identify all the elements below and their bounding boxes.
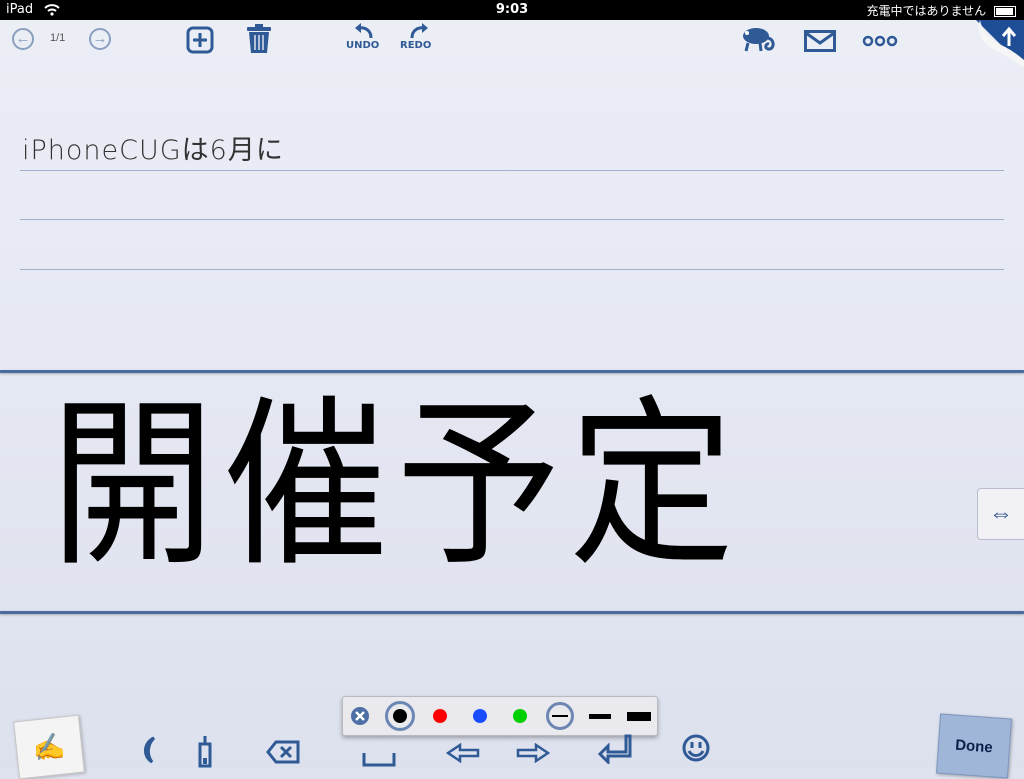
add-page-button[interactable] (186, 26, 214, 54)
eraser-stroke-button[interactable] (543, 697, 577, 735)
backspace-icon[interactable] (266, 740, 300, 771)
forward-arrow-icon[interactable]: → (89, 28, 111, 50)
color-blue-button[interactable] (469, 697, 491, 735)
thin-stroke-button[interactable] (587, 697, 613, 735)
battery-status: 充電中ではありません (867, 2, 1016, 19)
notepad-button[interactable]: ✍ (13, 714, 85, 779)
writing-area-bottom-border (0, 611, 1024, 614)
status-bar: iPad 9:03 充電中ではありません (0, 0, 1024, 20)
trash-icon (247, 24, 271, 53)
back-arrow-icon[interactable]: ← (12, 28, 34, 50)
mail-icon[interactable] (804, 30, 836, 52)
add-icon (186, 26, 214, 54)
rule-line (20, 219, 1004, 220)
double-arrow-icon: ⇔ (989, 500, 1013, 527)
pen-palette (342, 696, 658, 736)
handwriting-input[interactable]: 開催予定 (50, 394, 742, 577)
upload-icon[interactable] (976, 20, 1024, 68)
page-count: 1/1 (50, 32, 66, 44)
pen-icon[interactable] (196, 734, 214, 775)
battery-icon (994, 6, 1016, 17)
return-icon[interactable] (597, 734, 632, 771)
right-arrow-icon[interactable] (516, 742, 551, 770)
writing-area-top-border (0, 370, 1024, 373)
color-swatch-blue (473, 709, 487, 723)
swap-direction-button[interactable]: ⇔ (977, 488, 1024, 540)
left-arrow-icon[interactable] (445, 742, 480, 770)
color-swatch-green (513, 709, 527, 723)
color-black-button[interactable] (383, 697, 417, 735)
typed-note-line: iPhoneCUGは6月に (22, 135, 284, 166)
rule-line (20, 170, 1004, 171)
moon-icon[interactable] (140, 736, 164, 773)
rule-line (20, 269, 1004, 270)
smiley-icon[interactable] (682, 734, 710, 769)
chameleon-icon[interactable] (740, 24, 778, 54)
redo-icon[interactable] (407, 22, 431, 40)
color-green-button[interactable] (509, 697, 531, 735)
undo-icon[interactable] (352, 22, 376, 40)
color-red-button[interactable] (429, 697, 451, 735)
more-icon[interactable] (862, 35, 898, 47)
redo-button[interactable]: REDO (400, 40, 431, 51)
notepad-icon: ✍ (31, 729, 67, 764)
battery-text: 充電中ではありません (866, 4, 987, 18)
color-swatch-black (393, 709, 407, 723)
color-swatch-red (433, 709, 447, 723)
done-button[interactable]: Done (935, 713, 1013, 779)
close-palette-button[interactable] (347, 697, 373, 735)
close-icon (351, 707, 369, 725)
undo-button[interactable]: UNDO (346, 40, 379, 51)
space-icon[interactable] (362, 746, 396, 774)
thick-stroke-button[interactable] (625, 697, 653, 735)
delete-page-button[interactable] (246, 24, 272, 54)
